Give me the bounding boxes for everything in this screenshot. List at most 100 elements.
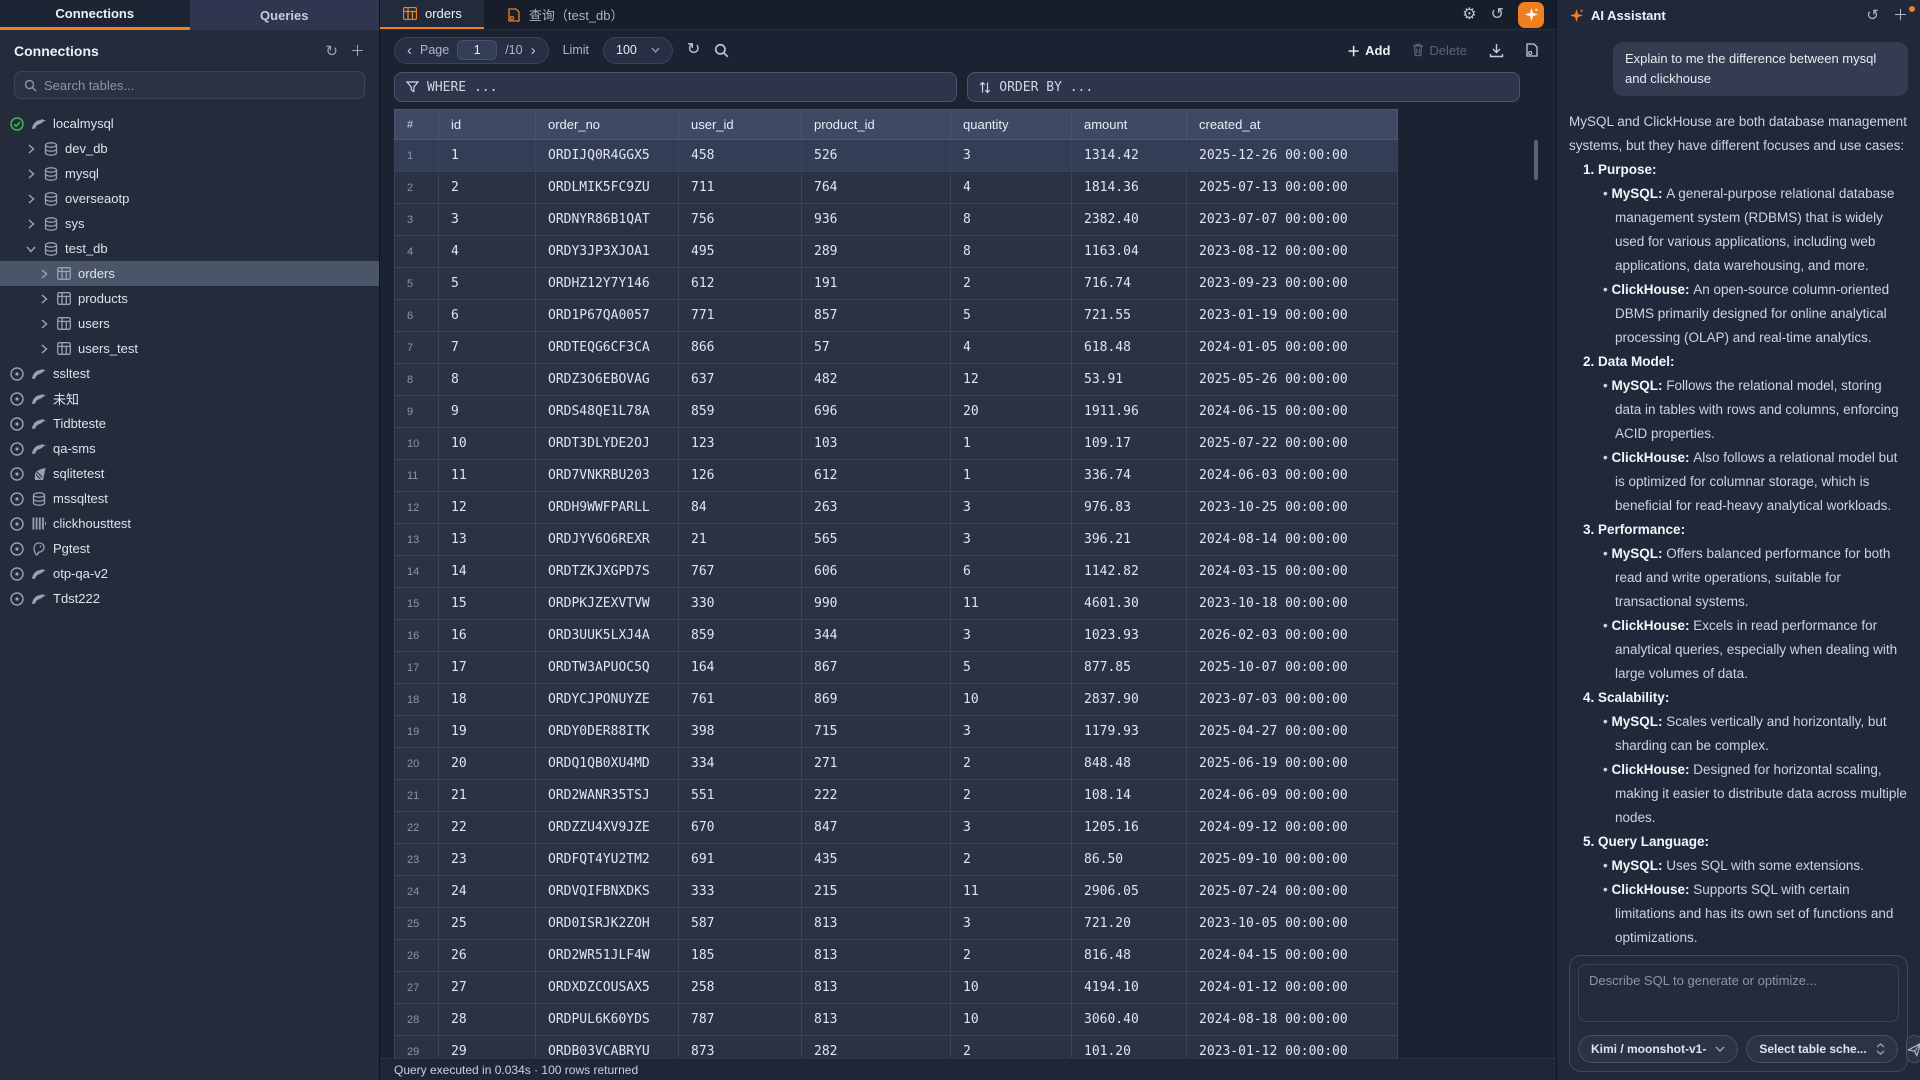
export-file-icon[interactable] <box>1526 43 1538 57</box>
cell-amount[interactable]: 721.20 <box>1072 908 1187 940</box>
cell-created_at[interactable]: 2024-06-15 00:00:00 <box>1187 396 1398 428</box>
cell-amount[interactable]: 4601.30 <box>1072 588 1187 620</box>
table-row[interactable]: 1212ORDH9WWFPARLL842633976.832023-10-25 … <box>395 492 1398 524</box>
cell-order_no[interactable]: ORDYCJPONUYZE <box>536 684 679 716</box>
column-header-created_at[interactable]: created_at <box>1187 110 1398 140</box>
cell-order_no[interactable]: ORDY3JP3XJOA1 <box>536 236 679 268</box>
cell-created_at[interactable]: 2024-08-18 00:00:00 <box>1187 1004 1398 1036</box>
cell-quantity[interactable]: 2 <box>951 780 1072 812</box>
cell-quantity[interactable]: 5 <box>951 300 1072 332</box>
ai-history-icon[interactable]: ↺ <box>1866 8 1879 23</box>
cell-user_id[interactable]: 771 <box>679 300 802 332</box>
table-row[interactable]: 66ORD1P67QA00577718575721.552023-01-19 0… <box>395 300 1398 332</box>
refresh-icon[interactable]: ↻ <box>325 44 338 59</box>
table-row[interactable]: 1010ORDT3DLYDE2OJ1231031109.172025-07-22… <box>395 428 1398 460</box>
cell-product_id[interactable]: 696 <box>802 396 951 428</box>
cell-order_no[interactable]: ORDXDZCOUSAX5 <box>536 972 679 1004</box>
column-header-product_id[interactable]: product_id <box>802 110 951 140</box>
table-row[interactable]: 77ORDTEQG6CF3CA866574618.482024-01-05 00… <box>395 332 1398 364</box>
tree-item-users[interactable]: users <box>0 311 379 336</box>
cell-product_id[interactable]: 847 <box>802 812 951 844</box>
table-row[interactable]: 1414ORDTZKJXGPD7S76760661142.822024-03-1… <box>395 556 1398 588</box>
tab-queries[interactable]: Queries <box>190 0 380 30</box>
table-row[interactable]: 2626ORD2WR51JLF4W1858132816.482024-04-15… <box>395 940 1398 972</box>
cell-created_at[interactable]: 2025-06-19 00:00:00 <box>1187 748 1398 780</box>
table-row[interactable]: 99ORDS48QE1L78A859696201911.962024-06-15… <box>395 396 1398 428</box>
table-row[interactable]: 1111ORD7VNKRBU2031266121336.742024-06-03… <box>395 460 1398 492</box>
cell-order_no[interactable]: ORDQ1QB0XU4MD <box>536 748 679 780</box>
table-row[interactable]: 33ORDNYR86B1QAT75693682382.402023-07-07 … <box>395 204 1398 236</box>
cell-order_no[interactable]: ORDZZU4XV9JZE <box>536 812 679 844</box>
cell-order_no[interactable]: ORDVQIFBNXDKS <box>536 876 679 908</box>
cell-created_at[interactable]: 2024-03-15 00:00:00 <box>1187 556 1398 588</box>
limit-select[interactable]: 100 <box>603 37 673 64</box>
table-row[interactable]: 2727ORDXDZCOUSAX5258813104194.102024-01-… <box>395 972 1398 1004</box>
table-row[interactable]: 2121ORD2WANR35TSJ5512222108.142024-06-09… <box>395 780 1398 812</box>
ai-prompt-textarea[interactable] <box>1578 964 1899 1022</box>
table-row[interactable]: 1515ORDPKJZEXVTVW330990114601.302023-10-… <box>395 588 1398 620</box>
cell-created_at[interactable]: 2025-10-07 00:00:00 <box>1187 652 1398 684</box>
cell-id[interactable]: 7 <box>439 332 536 364</box>
cell-created_at[interactable]: 2025-07-13 00:00:00 <box>1187 172 1398 204</box>
add-connection-icon[interactable]: ＋ <box>350 44 365 59</box>
cell-amount[interactable]: 877.85 <box>1072 652 1187 684</box>
cell-user_id[interactable]: 258 <box>679 972 802 1004</box>
cell-product_id[interactable]: 526 <box>802 140 951 172</box>
cell-order_no[interactable]: ORDLMIK5FC9ZU <box>536 172 679 204</box>
cell-amount[interactable]: 2837.90 <box>1072 684 1187 716</box>
row-number-cell[interactable]: 22 <box>395 812 439 844</box>
cell-user_id[interactable]: 756 <box>679 204 802 236</box>
search-grid-icon[interactable] <box>714 43 729 58</box>
cell-quantity[interactable]: 8 <box>951 236 1072 268</box>
tab-orders[interactable]: orders <box>380 0 484 29</box>
cell-product_id[interactable]: 764 <box>802 172 951 204</box>
cell-product_id[interactable]: 565 <box>802 524 951 556</box>
cell-amount[interactable]: 1814.36 <box>1072 172 1187 204</box>
cell-amount[interactable]: 4194.10 <box>1072 972 1187 1004</box>
cell-created_at[interactable]: 2025-09-10 00:00:00 <box>1187 844 1398 876</box>
table-row[interactable]: 2525ORD0ISRJK2ZOH5878133721.202023-10-05… <box>395 908 1398 940</box>
cell-product_id[interactable]: 215 <box>802 876 951 908</box>
cell-product_id[interactable]: 271 <box>802 748 951 780</box>
cell-user_id[interactable]: 495 <box>679 236 802 268</box>
cell-id[interactable]: 3 <box>439 204 536 236</box>
cell-quantity[interactable]: 3 <box>951 812 1072 844</box>
cell-quantity[interactable]: 2 <box>951 940 1072 972</box>
cell-product_id[interactable]: 282 <box>802 1036 951 1059</box>
cell-quantity[interactable]: 8 <box>951 204 1072 236</box>
cell-order_no[interactable]: ORD3UUK5LXJ4A <box>536 620 679 652</box>
cell-product_id[interactable]: 715 <box>802 716 951 748</box>
cell-quantity[interactable]: 1 <box>951 428 1072 460</box>
row-number-cell[interactable]: 14 <box>395 556 439 588</box>
table-row[interactable]: 55ORDHZ12Y7Y1466121912716.742023-09-23 0… <box>395 268 1398 300</box>
cell-quantity[interactable]: 12 <box>951 364 1072 396</box>
cell-amount[interactable]: 2382.40 <box>1072 204 1187 236</box>
row-number-cell[interactable]: 18 <box>395 684 439 716</box>
cell-order_no[interactable]: ORDH9WWFPARLL <box>536 492 679 524</box>
cell-amount[interactable]: 716.74 <box>1072 268 1187 300</box>
cell-amount[interactable]: 848.48 <box>1072 748 1187 780</box>
cell-created_at[interactable]: 2025-05-26 00:00:00 <box>1187 364 1398 396</box>
cell-order_no[interactable]: ORD0ISRJK2ZOH <box>536 908 679 940</box>
cell-order_no[interactable]: ORDT3DLYDE2OJ <box>536 428 679 460</box>
cell-user_id[interactable]: 637 <box>679 364 802 396</box>
cell-order_no[interactable]: ORDB03VCABRYU <box>536 1036 679 1059</box>
download-icon[interactable] <box>1489 43 1504 58</box>
cell-user_id[interactable]: 866 <box>679 332 802 364</box>
cell-product_id[interactable]: 869 <box>802 684 951 716</box>
tree-item-localmysql[interactable]: localmysql <box>0 111 379 136</box>
row-number-cell[interactable]: 4 <box>395 236 439 268</box>
cell-quantity[interactable]: 11 <box>951 588 1072 620</box>
cell-created_at[interactable]: 2024-01-05 00:00:00 <box>1187 332 1398 364</box>
cell-user_id[interactable]: 458 <box>679 140 802 172</box>
row-number-cell[interactable]: 26 <box>395 940 439 972</box>
cell-id[interactable]: 5 <box>439 268 536 300</box>
cell-user_id[interactable]: 691 <box>679 844 802 876</box>
tree-item-未知[interactable]: 未知 <box>0 386 379 411</box>
cell-amount[interactable]: 108.14 <box>1072 780 1187 812</box>
cell-id[interactable]: 4 <box>439 236 536 268</box>
cell-id[interactable]: 27 <box>439 972 536 1004</box>
cell-created_at[interactable]: 2024-06-09 00:00:00 <box>1187 780 1398 812</box>
cell-id[interactable]: 11 <box>439 460 536 492</box>
row-number-cell[interactable]: 28 <box>395 1004 439 1036</box>
